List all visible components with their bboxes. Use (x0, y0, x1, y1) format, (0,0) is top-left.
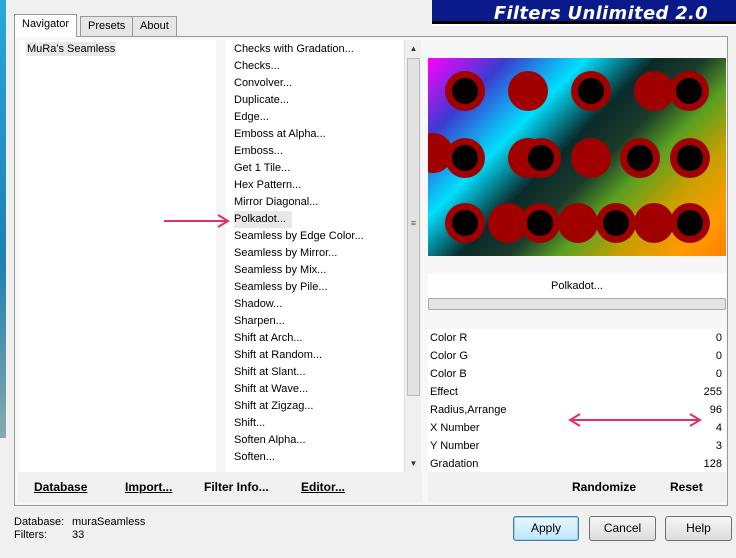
database-label: Database: (14, 516, 65, 528)
filter-item[interactable]: Seamless by Edge Color... (234, 228, 364, 245)
header-banner: Filters Unlimited 2.0 (432, 0, 736, 26)
preview-dot (445, 203, 485, 243)
filter-item[interactable]: Convolver... (234, 75, 292, 92)
filter-item[interactable]: Hex Pattern... (234, 177, 301, 194)
param-value: 128 (703, 458, 722, 470)
param-label: Color B (430, 368, 467, 380)
param-value: 96 (709, 404, 722, 416)
filter-item[interactable]: Shadow... (234, 296, 282, 313)
param-value: 0 (715, 332, 722, 344)
annotation-arrow-icon (164, 214, 230, 228)
editor-button[interactable]: Editor... (301, 480, 345, 494)
param-value: 0 (715, 350, 722, 362)
filter-item[interactable]: Soften Alpha... (234, 432, 306, 449)
window-edge (0, 0, 6, 438)
filter-item[interactable]: Shift at Wave... (234, 381, 308, 398)
preview-dot (571, 138, 611, 178)
filter-item[interactable]: Shift at Slant... (234, 364, 306, 381)
preview-dot (634, 71, 674, 111)
database-value: muraSeamless (72, 516, 146, 528)
database-button[interactable]: Database (34, 480, 87, 494)
scrollbar-thumb[interactable]: ≡ (407, 58, 420, 396)
preview-dot (670, 203, 710, 243)
filter-item[interactable]: Emboss... (234, 143, 283, 160)
filter-actions-bar: Database Import... Filter Info... Editor… (18, 472, 422, 502)
filter-item[interactable]: Get 1 Tile... (234, 160, 290, 177)
annotation-double-arrow-icon (568, 413, 702, 427)
param-label: X Number (430, 422, 480, 434)
filter-item[interactable]: Seamless by Pile... (234, 279, 328, 296)
param-value: 0 (715, 368, 722, 380)
preview-dot (558, 203, 598, 243)
filter-item[interactable]: Mirror Diagonal... (234, 194, 318, 211)
preview-scrollbar[interactable] (428, 298, 726, 310)
filter-item[interactable]: Shift at Arch... (234, 330, 302, 347)
help-button[interactable]: Help (665, 516, 732, 541)
filter-info-button[interactable]: Filter Info... (204, 480, 269, 494)
param-label: Y Number (430, 440, 480, 452)
category-list[interactable]: MuRa's Seamless (20, 40, 216, 472)
filter-item[interactable]: Edge... (234, 109, 269, 126)
preview-dot (508, 71, 548, 111)
preview-dot (445, 138, 485, 178)
scroll-up-icon[interactable]: ▲ (405, 40, 422, 57)
filter-item-selected[interactable]: Polkadot... (234, 211, 292, 228)
header-title: Filters Unlimited 2.0 (493, 3, 708, 24)
param-y-number[interactable]: Y Number 3 (428, 437, 726, 455)
filter-list[interactable]: Checks with Gradation... Checks... Convo… (226, 40, 404, 472)
import-button[interactable]: Import... (125, 480, 172, 494)
param-gradation[interactable]: Gradation 128 (428, 455, 726, 473)
param-effect[interactable]: Effect 255 (428, 383, 726, 401)
tab-presets[interactable]: Presets (80, 16, 134, 36)
param-label: Color G (430, 350, 468, 362)
preview-dot (445, 71, 485, 111)
param-label: Color R (430, 332, 468, 344)
preview-image (428, 58, 726, 256)
filter-item[interactable]: Checks... (234, 58, 280, 75)
tab-about[interactable]: About (132, 16, 177, 36)
preview-dot (571, 71, 611, 111)
cancel-button[interactable]: Cancel (589, 516, 656, 541)
param-color-g[interactable]: Color G 0 (428, 347, 726, 365)
tab-navigator[interactable]: Navigator (14, 14, 78, 37)
filter-item[interactable]: Soften... (234, 449, 275, 466)
filter-item[interactable]: Emboss at Alpha... (234, 126, 326, 143)
preview-dot (521, 138, 561, 178)
filters-value: 33 (72, 529, 85, 541)
filter-list-scrollbar[interactable]: ▲ ≡ ▼ (404, 40, 421, 472)
filter-item[interactable]: Duplicate... (234, 92, 289, 109)
param-color-b[interactable]: Color B 0 (428, 365, 726, 383)
param-value: 3 (715, 440, 722, 452)
param-actions-bar: Randomize Reset (428, 472, 726, 502)
reset-button[interactable]: Reset (670, 480, 703, 494)
selected-filter-name: Polkadot... (428, 274, 726, 298)
category-item[interactable]: MuRa's Seamless (26, 42, 117, 56)
param-value: 255 (703, 386, 722, 398)
preview-dot (596, 203, 636, 243)
param-label: Gradation (430, 458, 479, 470)
filters-label: Filters: (14, 529, 47, 541)
param-color-r[interactable]: Color R 0 (428, 329, 726, 347)
preview-dot (669, 71, 709, 111)
preview-dot (670, 138, 710, 178)
parameter-list: Color R 0 Color G 0 Color B 0 Effect 255… (428, 329, 726, 473)
filter-item[interactable]: Shift at Random... (234, 347, 322, 364)
randomize-button[interactable]: Randomize (572, 480, 636, 494)
filter-item[interactable]: Seamless by Mirror... (234, 245, 337, 262)
preview-dot (620, 138, 660, 178)
param-label: Radius,Arrange (430, 404, 507, 416)
preview-dot (634, 203, 674, 243)
filter-item[interactable]: Shift at Zigzag... (234, 398, 313, 415)
status-info: Database: muraSeamless Filters: 33 (14, 516, 145, 542)
filter-item[interactable]: Checks with Gradation... (234, 41, 354, 58)
apply-button[interactable]: Apply (513, 516, 579, 541)
filter-item[interactable]: Seamless by Mix... (234, 262, 326, 279)
param-value: 4 (715, 422, 722, 434)
scroll-down-icon[interactable]: ▼ (405, 455, 422, 472)
filter-item[interactable]: Shift... (234, 415, 265, 432)
grip-icon: ≡ (410, 218, 417, 228)
param-label: Effect (430, 386, 458, 398)
preview-dot (520, 203, 560, 243)
filter-item[interactable]: Sharpen... (234, 313, 285, 330)
